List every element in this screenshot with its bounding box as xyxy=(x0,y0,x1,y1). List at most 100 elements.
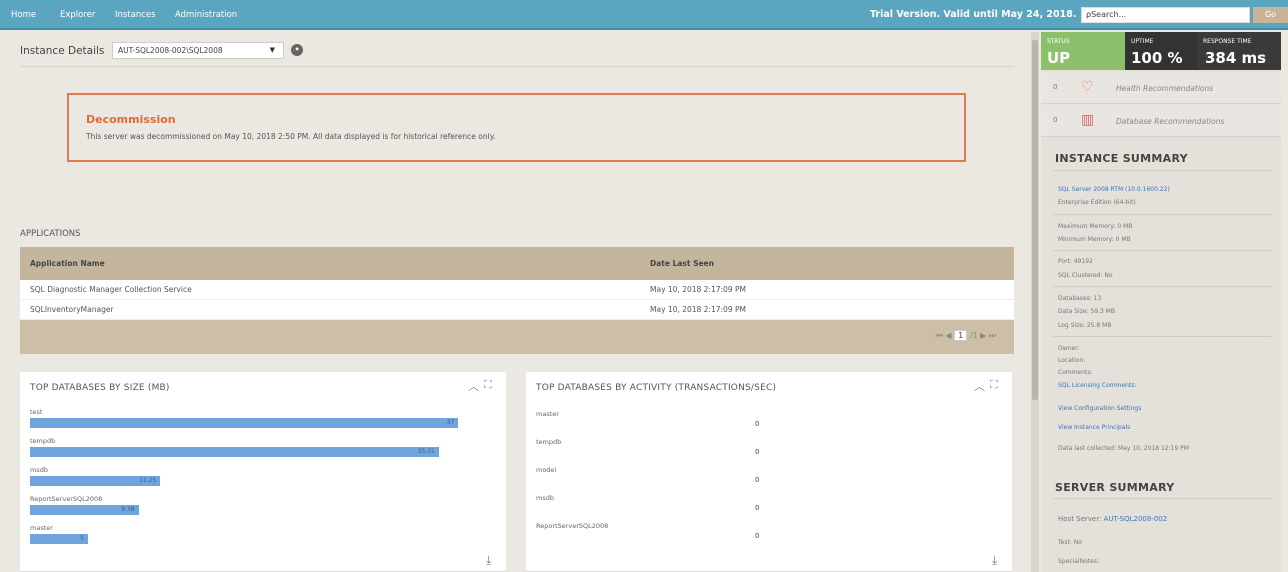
database-count: 0 xyxy=(1053,116,1058,124)
applications-table: Application Name Date Last Seen SQL Diag… xyxy=(20,247,1014,354)
port-text: Port: 49192 xyxy=(1058,258,1093,265)
clustered-text: SQL Clustered: No xyxy=(1058,272,1113,279)
activity-category-label: msdb xyxy=(536,494,554,502)
right-sidebar: STATUS UP UPTIME 100 % RESPONSE TIME 384… xyxy=(1041,32,1281,572)
nav-administration[interactable]: Administration xyxy=(175,0,237,30)
divider xyxy=(1053,214,1271,215)
version-link[interactable]: SQL Server 2008 RTM (10.0.1600.22) xyxy=(1058,186,1170,193)
comments-text: Comments: xyxy=(1058,369,1093,376)
divider xyxy=(1053,336,1271,337)
expand-icon[interactable]: ⛶ xyxy=(990,378,998,392)
activity-category-label: tempdb xyxy=(536,438,562,446)
heartbeat-icon: ♡ xyxy=(1081,79,1094,95)
vertical-scrollbar[interactable] xyxy=(1031,32,1039,572)
bar-category-label: msdb xyxy=(30,466,48,474)
app-name-cell: SQL Diagnostic Manager Collection Servic… xyxy=(30,285,192,294)
instance-select[interactable]: AUT-SQL2008-002\SQL2008 ▼ xyxy=(112,42,284,59)
health-recommendations-row[interactable]: 0 ♡ Health Recommendations xyxy=(1041,72,1281,104)
chevron-down-icon: ▼ xyxy=(269,46,275,54)
bar-category-label: test xyxy=(30,408,43,416)
divider xyxy=(1053,170,1271,171)
size-bar[interactable] xyxy=(30,418,459,428)
search-placeholder: Search... xyxy=(1091,10,1127,19)
max-memory-text: Maximum Memory: 0 MB xyxy=(1058,223,1133,230)
table-row[interactable]: SQLInventoryManager May 10, 2018 2:17:09… xyxy=(20,300,1014,320)
top-navigation-bar: Home Explorer Instances Administration T… xyxy=(0,0,1288,30)
bar-value-label: 5 xyxy=(80,535,84,542)
trial-notice: Trial Version. Valid until May 24, 2018. xyxy=(870,9,1077,20)
location-text: Location: xyxy=(1058,357,1086,364)
activity-value-label: 0 xyxy=(755,420,760,428)
first-page-icon[interactable]: ⏮ xyxy=(936,331,943,340)
panel-title: TOP DATABASES BY ACTIVITY (TRANSACTIONS/… xyxy=(536,383,777,393)
page-number-input[interactable]: 1 xyxy=(954,330,968,341)
host-server-label: Host Server: xyxy=(1058,515,1102,523)
info-icon[interactable]: • xyxy=(291,44,303,56)
response-time-value: 384 ms xyxy=(1205,49,1267,67)
prev-page-icon[interactable]: ◀ xyxy=(945,331,951,340)
status-label: STATUS xyxy=(1047,38,1070,45)
table-row[interactable]: SQL Diagnostic Manager Collection Servic… xyxy=(20,280,1014,300)
pager-bar: ⏮ ◀ 1 /1 ▶ ⏭ xyxy=(20,320,1014,354)
activity-value-label: 0 xyxy=(755,448,760,456)
last-page-icon[interactable]: ⏭ xyxy=(989,331,996,340)
expand-icon[interactable]: ⛶ xyxy=(484,378,492,392)
health-recommendations-label: Health Recommendations xyxy=(1116,84,1214,93)
bar-category-label: tempdb xyxy=(30,437,56,445)
collapse-icon[interactable]: ︿ xyxy=(468,378,479,394)
bar-value-label: 35.31 xyxy=(417,448,435,455)
status-tile: STATUS UP xyxy=(1041,32,1125,70)
download-icon[interactable]: ⤓ xyxy=(992,553,997,568)
download-icon[interactable]: ⤓ xyxy=(486,553,491,568)
uptime-label: UPTIME xyxy=(1131,38,1154,45)
nav-explorer[interactable]: Explorer xyxy=(60,0,95,30)
owner-text: Owner: xyxy=(1058,345,1080,352)
page-total: /1 xyxy=(969,331,978,340)
applications-title: APPLICATIONS xyxy=(20,229,81,239)
top-databases-by-activity-panel: TOP DATABASES BY ACTIVITY (TRANSACTIONS/… xyxy=(526,372,1012,572)
view-principals-link[interactable]: View Instance Principals xyxy=(1058,424,1130,431)
bar-chart-icon: ▥ xyxy=(1081,112,1095,128)
bar-category-label: ReportServerSQL2008 xyxy=(30,495,103,503)
special-notes-text: SpecialNotes: xyxy=(1058,558,1099,565)
column-header-application-name[interactable]: Application Name xyxy=(30,259,105,268)
divider xyxy=(1053,250,1271,251)
host-server-row: Host Server: AUT-SQL2008-002 xyxy=(1058,515,1167,523)
bar-category-label: master xyxy=(30,524,53,532)
column-header-date-last-seen[interactable]: Date Last Seen xyxy=(650,259,714,268)
licensing-comments-link[interactable]: SQL Licensing Comments: xyxy=(1058,382,1136,389)
response-time-tile: RESPONSE TIME 384 ms xyxy=(1197,32,1281,70)
instance-summary-title: INSTANCE SUMMARY xyxy=(1055,152,1188,165)
data-size-text: Data Size: 59.3 MB xyxy=(1058,308,1116,315)
size-bar[interactable] xyxy=(30,447,439,457)
table-header: Application Name Date Last Seen xyxy=(20,247,1014,280)
test-text: Test: No xyxy=(1058,539,1082,546)
log-size-text: Log Size: 25.8 MB xyxy=(1058,322,1112,329)
nav-home[interactable]: Home xyxy=(11,0,36,30)
host-server-link[interactable]: AUT-SQL2008-002 xyxy=(1104,515,1168,523)
instance-details-label: Instance Details xyxy=(20,45,105,57)
edition-text: Enterprise Edition (64-bit) xyxy=(1058,199,1136,206)
min-memory-text: Minimum Memory: 0 MB xyxy=(1058,236,1131,243)
search-input[interactable]: ρSearch... xyxy=(1081,7,1250,23)
app-name-cell: SQLInventoryManager xyxy=(30,305,114,314)
divider xyxy=(20,66,1014,67)
database-recommendations-row[interactable]: 0 ▥ Database Recommendations xyxy=(1041,105,1281,137)
pager: ⏮ ◀ 1 /1 ▶ ⏭ xyxy=(936,330,996,341)
search-go-button[interactable]: Go xyxy=(1253,7,1288,23)
health-count: 0 xyxy=(1053,83,1058,91)
panel-title: TOP DATABASES BY SIZE (MB) xyxy=(30,383,170,393)
collapse-icon[interactable]: ︿ xyxy=(974,378,985,394)
scrollbar-thumb[interactable] xyxy=(1032,40,1038,400)
uptime-value: 100 % xyxy=(1131,49,1183,67)
activity-category-label: master xyxy=(536,410,559,418)
decommission-banner: Decommission This server was decommissio… xyxy=(67,93,966,162)
decommission-text: This server was decommissioned on May 10… xyxy=(86,132,496,141)
app-date-cell: May 10, 2018 2:17:09 PM xyxy=(650,285,746,294)
activity-value-label: 0 xyxy=(755,504,760,512)
nav-instances[interactable]: Instances xyxy=(115,0,156,30)
instance-select-value: AUT-SQL2008-002\SQL2008 xyxy=(118,46,223,55)
next-page-icon[interactable]: ▶ xyxy=(980,331,986,340)
view-configuration-link[interactable]: View Configuration Settings xyxy=(1058,405,1141,412)
response-time-label: RESPONSE TIME xyxy=(1203,38,1252,45)
